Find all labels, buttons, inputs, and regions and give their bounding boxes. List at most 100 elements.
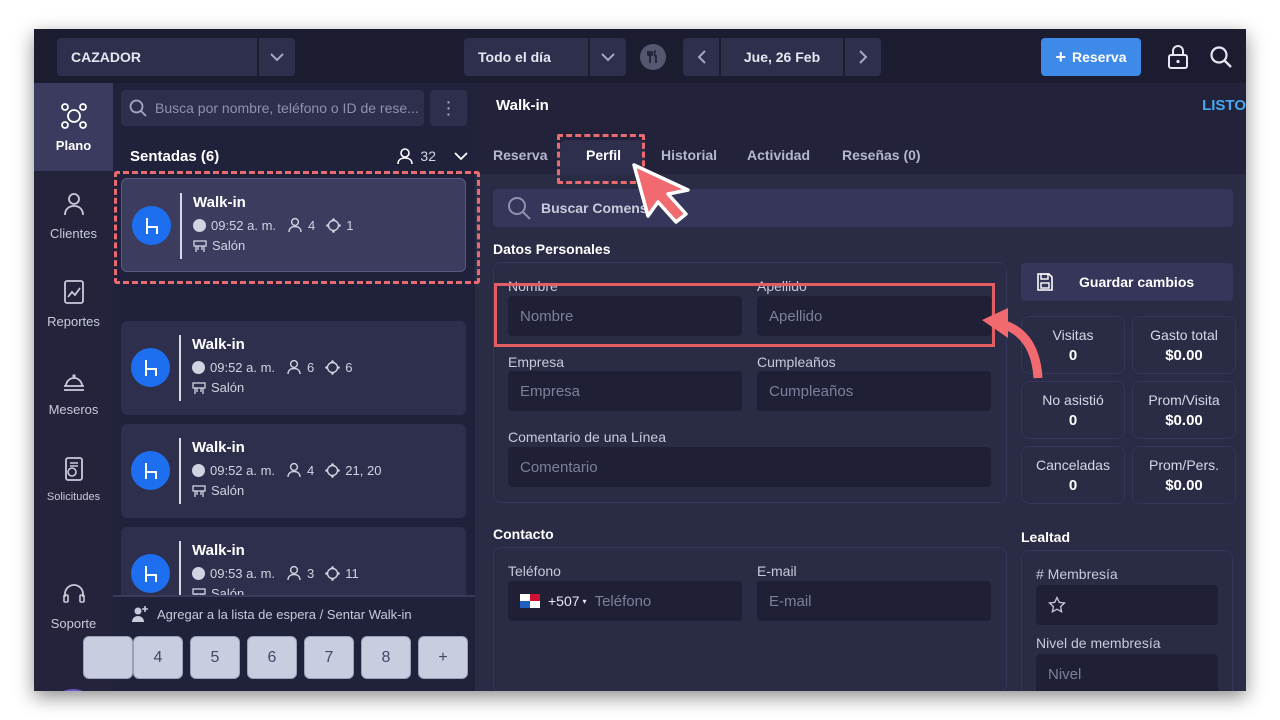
personal-data-heading: Datos Personales	[493, 241, 611, 257]
detail-title: Walk-in	[496, 97, 549, 114]
email-field[interactable]: E-mail	[757, 581, 991, 621]
avatar[interactable]: GE	[48, 689, 98, 691]
cumpleanos-field[interactable]: Cumpleaños	[757, 371, 991, 411]
reservation-card[interactable]: Walk-in 09:52 a. m. 6 6 Salón	[121, 321, 466, 415]
search-icon[interactable]	[1206, 42, 1236, 72]
tab-actividad[interactable]: Actividad	[747, 147, 810, 163]
pointer-arrow-icon	[632, 163, 690, 224]
stat-value: 0	[1068, 476, 1078, 494]
curved-arrow-icon	[982, 308, 1043, 379]
stat-value: 0	[1068, 411, 1078, 429]
party-size-button[interactable]	[83, 636, 133, 679]
party-size-button[interactable]: 8	[361, 636, 411, 679]
top-bar: CAZADOR Todo el día Jue, 26 Feb + Reserv…	[34, 29, 1246, 83]
clock-icon	[192, 566, 205, 580]
table-icon	[325, 462, 341, 478]
dining-icon[interactable]	[640, 44, 666, 70]
sidebar: Plano Clientes Reportes Meseros Solicitu…	[34, 83, 113, 691]
stat-label: Prom/Pers.	[1148, 456, 1219, 473]
location-select[interactable]: CAZADOR	[57, 38, 295, 76]
done-button[interactable]: LISTO	[1202, 97, 1246, 114]
telefono-field[interactable]: +507 ▾ Teléfono	[508, 581, 742, 621]
waiter-icon	[63, 373, 84, 391]
loyalty-heading: Lealtad	[1021, 529, 1071, 545]
save-changes-button[interactable]: Guardar cambios	[1021, 263, 1233, 301]
tab-reserva[interactable]: Reserva	[493, 147, 548, 163]
telefono-label: Teléfono	[508, 563, 561, 579]
section-header-seated[interactable]: Sentadas (6) 32	[130, 144, 468, 168]
card-tables: 21, 20	[345, 462, 382, 478]
sidebar-item-label: Clientes	[50, 225, 97, 241]
new-reservation-button[interactable]: + Reserva	[1041, 38, 1141, 76]
headset-icon	[62, 583, 85, 603]
user-icon	[287, 565, 301, 581]
card-tables: 6	[345, 359, 353, 375]
flag-panama-icon[interactable]	[520, 594, 540, 608]
user-icon	[287, 359, 301, 375]
stat-prom-pers: Prom/Pers. $0.00	[1132, 446, 1236, 504]
waitlist-bar: Agregar a la lista de espera / Sentar Wa…	[83, 595, 475, 691]
card-guests: 3	[307, 565, 315, 581]
loyalty-panel: # Membresía Nivel de membresía Nivel	[1021, 550, 1233, 691]
search-icon	[508, 197, 531, 220]
stat-value: 0	[1068, 346, 1078, 364]
stat-no-asistio: No asistió 0	[1021, 381, 1125, 439]
card-meta: 09:53 a. m. 3 11	[192, 565, 359, 581]
sidebar-item-solicitudes[interactable]: Solicitudes	[34, 435, 113, 523]
sidebar-item-meseros[interactable]: Meseros	[34, 347, 113, 435]
contact-heading: Contacto	[493, 526, 554, 542]
period-select[interactable]: Todo el día	[464, 38, 626, 76]
comentario-field[interactable]: Comentario	[508, 447, 991, 487]
report-icon	[63, 279, 84, 304]
country-code[interactable]: +507	[548, 593, 580, 609]
card-title: Walk-in	[192, 542, 245, 559]
waitlist-label: Agregar a la lista de espera / Sentar Wa…	[157, 606, 412, 622]
sidebar-item-label: Solicitudes	[46, 491, 101, 503]
stat-label: No asistió	[1042, 391, 1104, 408]
stat-prom-visita: Prom/Visita $0.00	[1132, 381, 1236, 439]
guest-search-input[interactable]: Buscar Comens	[493, 189, 1233, 227]
party-size-button[interactable]: 6	[247, 636, 297, 679]
sidebar-item-clientes[interactable]: Clientes	[34, 171, 113, 259]
location-label: CAZADOR	[71, 49, 141, 65]
party-size-button[interactable]: 5	[190, 636, 240, 679]
lock-icon[interactable]	[1164, 42, 1192, 72]
reservation-card[interactable]: Walk-in 09:52 a. m. 4 21, 20 Salón	[121, 424, 466, 518]
next-day-button[interactable]	[843, 38, 881, 76]
highlight-selected-card	[114, 171, 480, 284]
search-placeholder: Busca por nombre, teléfono o ID de rese.…	[155, 100, 419, 116]
party-size-more-button[interactable]: +	[418, 636, 468, 679]
area-icon	[192, 484, 206, 497]
party-size-button[interactable]: 7	[304, 636, 354, 679]
clock-icon	[192, 360, 205, 374]
search-icon	[129, 99, 147, 117]
floor-plan-icon	[60, 102, 87, 129]
contact-panel: Teléfono +507 ▾ Teléfono E-mail E-mail	[493, 547, 1007, 691]
user-icon	[287, 462, 301, 478]
plus-icon: +	[1055, 47, 1066, 67]
stat-value: $0.00	[1165, 476, 1203, 494]
comentario-label: Comentario de una Línea	[508, 429, 666, 445]
stat-value: $0.00	[1165, 346, 1203, 364]
divider	[179, 335, 181, 401]
sidebar-item-reportes[interactable]: Reportes	[34, 259, 113, 347]
chevron-down-icon: ▾	[582, 596, 587, 606]
highlight-name-fields	[494, 283, 995, 347]
waitlist-add-button[interactable]: Agregar a la lista de espera / Sentar Wa…	[131, 605, 412, 623]
more-options-icon[interactable]: ⋮	[430, 90, 467, 126]
membership-field[interactable]	[1036, 585, 1218, 625]
date-label[interactable]: Jue, 26 Feb	[721, 49, 843, 65]
membership-label: # Membresía	[1036, 566, 1118, 582]
tab-resenas[interactable]: Reseñas (0)	[842, 147, 921, 163]
empresa-field[interactable]: Empresa	[508, 371, 742, 411]
membership-level-field[interactable]: Nivel	[1036, 654, 1218, 691]
list-search-input[interactable]: Busca por nombre, teléfono o ID de rese.…	[121, 90, 424, 126]
sidebar-item-plano[interactable]: Plano	[34, 83, 113, 171]
guest-count-value: 32	[420, 148, 436, 164]
card-area: Salón	[211, 483, 245, 498]
chair-icon	[131, 554, 170, 593]
prev-day-button[interactable]	[683, 38, 721, 76]
party-size-button[interactable]: 4	[133, 636, 183, 679]
stat-label: Prom/Visita	[1148, 391, 1220, 408]
card-area: Salón	[211, 380, 245, 395]
